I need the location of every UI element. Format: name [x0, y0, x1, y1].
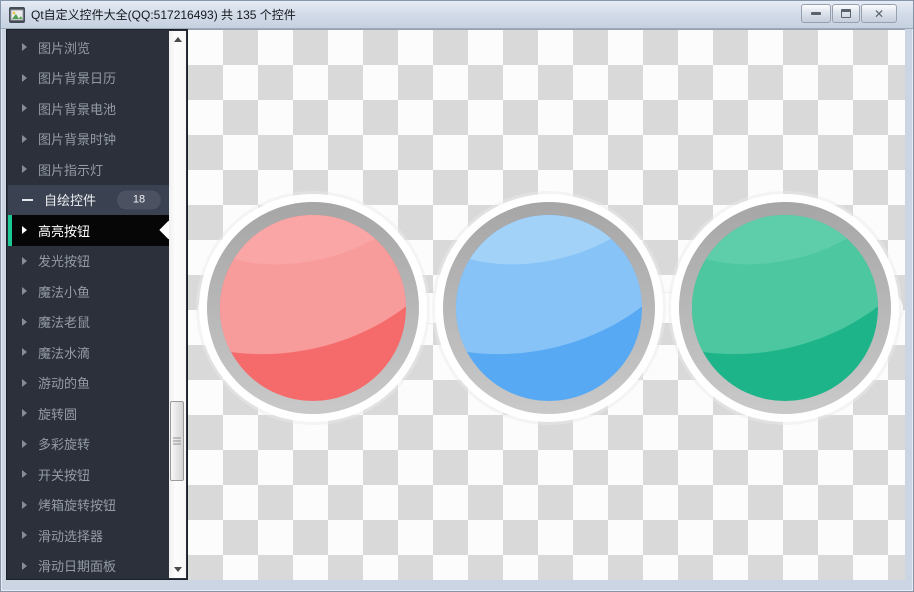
close-button[interactable]: ✕	[861, 4, 897, 23]
button-ring	[207, 202, 419, 414]
sidebar-item-label: 魔法老鼠	[38, 315, 91, 331]
expand-arrow-icon	[22, 378, 27, 387]
expand-arrow-icon	[22, 500, 27, 509]
sidebar-item[interactable]: 图片指示灯	[8, 154, 169, 185]
sidebar-item[interactable]: 图片背景日历	[8, 63, 169, 94]
minimize-icon	[811, 12, 821, 15]
red-glass-button[interactable]	[207, 202, 419, 414]
sidebar-item[interactable]: 魔法小鱼	[8, 276, 169, 307]
preview-area	[188, 29, 905, 580]
sidebar-item-label: 旋转圆	[38, 406, 78, 422]
button-ring	[443, 202, 655, 414]
sidebar-scrollbar[interactable]	[169, 31, 186, 578]
expand-arrow-icon	[22, 287, 27, 296]
sidebar-item-label: 发光按钮	[38, 254, 91, 270]
sidebar-item-label: 滑动选择器	[38, 528, 104, 544]
sidebar-item[interactable]: 图片背景电池	[8, 93, 169, 124]
expand-arrow-icon	[22, 470, 27, 479]
selected-accent-bar	[8, 215, 12, 246]
selected-marker-icon	[159, 221, 169, 240]
picture-icon	[9, 6, 25, 23]
sidebar-item[interactable]: 滑动日期面板	[8, 551, 169, 579]
expand-arrow-icon	[22, 134, 27, 143]
sidebar-item[interactable]: 魔法老鼠	[8, 307, 169, 338]
sidebar-item-label: 图片背景电池	[38, 101, 117, 117]
sidebar-menu: 图片浏览图片背景日历 图片背景电池 图片背景时钟 图片指示灯自绘控件 18 高亮按钮发光按…	[8, 32, 169, 578]
expand-arrow-icon	[22, 256, 27, 265]
sidebar-item[interactable]: 烤箱旋转按钮	[8, 490, 169, 521]
sidebar-item-label: 图片背景日历	[38, 71, 117, 87]
sidebar-item-label: 多彩旋转	[38, 437, 91, 453]
expand-arrow-icon	[22, 73, 27, 82]
sidebar-item[interactable]: 图片浏览	[8, 32, 169, 63]
count-badge: 18	[117, 190, 161, 210]
sidebar-item-label: 自绘控件	[44, 193, 97, 209]
sidebar-item[interactable]: 高亮按钮	[8, 215, 169, 246]
sidebar-item-label: 开关按钮	[38, 467, 91, 483]
sidebar-item[interactable]: 旋转圆	[8, 398, 169, 429]
sidebar-item-label: 魔法小鱼	[38, 284, 91, 300]
sidebar: 图片浏览图片背景日历 图片背景电池 图片背景时钟 图片指示灯自绘控件 18 高亮按钮发光按…	[6, 29, 188, 580]
sidebar-item[interactable]: 图片背景时钟	[8, 124, 169, 155]
sidebar-item-label: 滑动日期面板	[38, 559, 117, 575]
sidebar-item-label: 图片指示灯	[38, 162, 104, 178]
scroll-up-icon	[173, 37, 182, 42]
expand-arrow-icon	[22, 561, 27, 570]
title-bar: Qt自定义控件大全(QQ:517216493) 共 135 个控件 ✕	[1, 1, 913, 29]
expand-arrow-icon	[22, 165, 27, 174]
expand-arrow-icon	[22, 104, 27, 113]
maximize-button[interactable]	[832, 4, 860, 23]
expand-arrow-icon	[22, 317, 27, 326]
scroll-down-button[interactable]	[169, 561, 186, 578]
button-ring	[679, 202, 891, 414]
expand-arrow-icon	[22, 43, 27, 52]
expand-arrow-icon	[22, 439, 27, 448]
sidebar-item[interactable]: 滑动选择器	[8, 520, 169, 551]
sidebar-item[interactable]: 发光按钮	[8, 246, 169, 277]
green-glass-button[interactable]	[679, 202, 891, 414]
window-title: Qt自定义控件大全(QQ:517216493) 共 135 个控件	[31, 8, 296, 22]
app-window: Qt自定义控件大全(QQ:517216493) 共 135 个控件 ✕ 图片浏览…	[0, 0, 914, 592]
sidebar-item-label: 图片浏览	[38, 40, 91, 56]
sidebar-item[interactable]: 自绘控件 18	[8, 184, 169, 215]
sidebar-item-label: 图片背景时钟	[38, 132, 117, 148]
maximize-icon	[841, 9, 851, 18]
sidebar-item[interactable]: 魔法水滴	[8, 337, 169, 368]
button-lens	[220, 215, 406, 401]
blue-glass-button[interactable]	[443, 202, 655, 414]
button-lens	[692, 215, 878, 401]
sidebar-item[interactable]: 游动的鱼	[8, 368, 169, 399]
sidebar-item-label: 游动的鱼	[38, 376, 91, 392]
expand-arrow-icon	[22, 531, 27, 540]
collapse-minus-icon	[22, 198, 33, 201]
scroll-up-button[interactable]	[169, 31, 186, 48]
sidebar-item-label: 烤箱旋转按钮	[38, 498, 117, 514]
expand-arrow-icon	[22, 226, 27, 235]
sidebar-item-label: 魔法水滴	[38, 345, 91, 361]
window-controls: ✕	[801, 4, 897, 23]
sidebar-item-label: 高亮按钮	[38, 223, 91, 239]
button-lens	[456, 215, 642, 401]
expand-arrow-icon	[22, 348, 27, 357]
expand-arrow-icon	[22, 409, 27, 418]
close-icon: ✕	[873, 6, 885, 21]
sidebar-item[interactable]: 多彩旋转	[8, 429, 169, 460]
sidebar-item[interactable]: 开关按钮	[8, 459, 169, 490]
scrollbar-thumb[interactable]	[170, 401, 184, 481]
scroll-down-icon	[173, 567, 182, 572]
minimize-button[interactable]	[801, 4, 831, 23]
